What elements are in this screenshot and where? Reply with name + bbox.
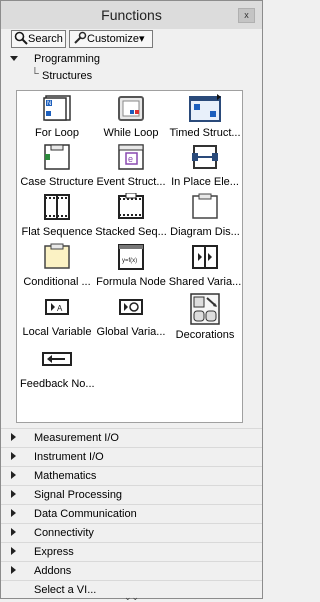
category-connectivity[interactable]: Connectivity <box>1 523 262 542</box>
collapsed-triangle-icon[interactable] <box>11 566 16 574</box>
palette-item-label: Diagram Dis... <box>170 226 240 238</box>
for-loop-icon: N <box>43 95 71 121</box>
structures-label: Structures <box>42 70 93 82</box>
timed-structure-icon <box>189 94 221 122</box>
search-icon <box>14 31 28 45</box>
svg-text:N: N <box>47 101 51 107</box>
palette-item-formula-node[interactable]: y=f(x) Formula Node <box>92 243 170 288</box>
functions-palette-window: Functions x Search Customize▾ Programmin… <box>0 0 263 602</box>
chevron-down-icon: ▾ <box>138 33 145 45</box>
palette-item-decorations[interactable]: Decorations <box>166 293 244 341</box>
svg-text:e: e <box>128 154 133 164</box>
customize-button[interactable]: Customize▾ <box>69 30 153 48</box>
close-button[interactable]: x <box>238 8 255 23</box>
collapsed-triangle-icon[interactable] <box>11 490 16 498</box>
palette-item-case-structure[interactable]: Case Structure <box>18 143 96 188</box>
case-structure-icon <box>44 144 70 170</box>
collapsed-triangle-icon[interactable] <box>11 471 16 479</box>
tree-item-programming[interactable]: Programming <box>1 51 262 68</box>
category-addons[interactable]: Addons <box>1 561 262 580</box>
palette-item-label: Event Struct... <box>96 176 166 188</box>
palette-item-label: Flat Sequence <box>21 226 93 238</box>
palette-item-conditional-disable[interactable]: Conditional ... <box>18 243 96 288</box>
title-bar[interactable]: Functions x <box>1 1 262 29</box>
collapsed-triangle-icon[interactable] <box>11 528 16 536</box>
category-instrument-io[interactable]: Instrument I/O <box>1 447 262 466</box>
global-variable-icon <box>119 299 143 315</box>
in-place-element-icon <box>192 145 218 169</box>
palette-item-stacked-sequence[interactable]: Stacked Seq... <box>92 193 170 238</box>
palette-item-shared-variable[interactable]: Shared Varia... <box>166 243 244 288</box>
palette-item-event-structure[interactable]: e Event Struct... <box>92 143 170 188</box>
palette-item-label: Global Varia... <box>96 326 166 338</box>
palette-item-local-variable[interactable]: A Local Variable <box>18 293 96 338</box>
feedback-node-icon <box>42 352 72 366</box>
tree-connector-icon: └ <box>31 68 39 80</box>
palette-item-timed-structure[interactable]: Timed Struct... <box>166 94 244 139</box>
diagram-disable-icon <box>192 193 218 219</box>
palette-item-in-place-element[interactable]: In Place Ele... <box>166 143 244 188</box>
collapsed-triangle-icon[interactable] <box>11 433 16 441</box>
flat-sequence-icon <box>44 194 70 220</box>
palette-item-feedback-node[interactable]: Feedback No... <box>18 351 96 395</box>
customize-label: Customize <box>87 33 139 45</box>
category-express[interactable]: Express <box>1 542 262 561</box>
category-label: Addons <box>34 565 72 577</box>
collapsed-triangle-icon[interactable] <box>11 452 16 460</box>
palette-item-label: Case Structure <box>20 176 94 188</box>
palette-toolbar: Search Customize▾ <box>1 29 262 49</box>
palette-item-label: Feedback No... <box>20 378 95 390</box>
structures-subpalette: N For Loop While Loop Timed Struct... Ca… <box>16 90 243 423</box>
decorations-icon <box>190 293 220 325</box>
programming-label: Programming <box>34 53 101 65</box>
category-label: Mathematics <box>34 470 97 482</box>
shared-variable-icon <box>192 245 218 269</box>
palette-item-label: For Loop <box>34 127 80 139</box>
palette-item-for-loop[interactable]: N For Loop <box>18 94 96 139</box>
stacked-sequence-icon <box>118 193 144 219</box>
svg-text:y=f(x): y=f(x) <box>122 258 137 264</box>
palette-item-label: Stacked Seq... <box>95 226 167 238</box>
category-label: Instrument I/O <box>34 451 104 463</box>
category-label: Measurement I/O <box>34 432 119 444</box>
event-structure-icon: e <box>118 144 144 170</box>
window-title: Functions <box>101 7 162 23</box>
expanded-triangle-icon[interactable] <box>10 56 18 61</box>
palette-item-label: Timed Struct... <box>169 127 241 139</box>
category-label: Signal Processing <box>34 489 123 501</box>
formula-node-icon: y=f(x) <box>118 244 144 270</box>
search-button[interactable]: Search <box>11 30 66 48</box>
category-label: Data Communication <box>34 508 137 520</box>
wrench-icon <box>74 31 87 44</box>
while-loop-icon <box>118 96 144 121</box>
category-mathematics[interactable]: Mathematics <box>1 466 262 485</box>
local-variable-icon: A <box>45 299 69 315</box>
palette-item-label: Local Variable <box>22 326 92 338</box>
palette-item-flat-sequence[interactable]: Flat Sequence <box>18 193 96 238</box>
palette-item-label: Formula Node <box>96 276 166 288</box>
collapsed-triangle-icon[interactable] <box>11 509 16 517</box>
palette-item-diagram-disable[interactable]: Diagram Dis... <box>166 193 244 238</box>
palette-item-global-variable[interactable]: Global Varia... <box>92 293 170 338</box>
category-measurement-io[interactable]: Measurement I/O <box>1 428 262 447</box>
more-chevron-icon[interactable]: ⌄⌄ <box>1 593 262 602</box>
category-label: Express <box>34 546 74 558</box>
palette-item-label: While Loop <box>103 127 159 139</box>
palette-item-label: Shared Varia... <box>168 276 242 288</box>
category-signal-processing[interactable]: Signal Processing <box>1 485 262 504</box>
tree-item-structures[interactable]: └ Structures <box>1 68 262 85</box>
category-data-communication[interactable]: Data Communication <box>1 504 262 523</box>
collapsed-triangle-icon[interactable] <box>11 547 16 555</box>
palette-item-label: Conditional ... <box>23 276 91 288</box>
category-label: Connectivity <box>34 527 94 539</box>
palette-item-label: Decorations <box>175 329 235 341</box>
palette-item-label: In Place Ele... <box>171 176 239 188</box>
conditional-disable-icon <box>44 243 70 269</box>
svg-text:A: A <box>57 304 63 313</box>
palette-item-while-loop[interactable]: While Loop <box>92 94 170 139</box>
search-label: Search <box>28 33 63 45</box>
